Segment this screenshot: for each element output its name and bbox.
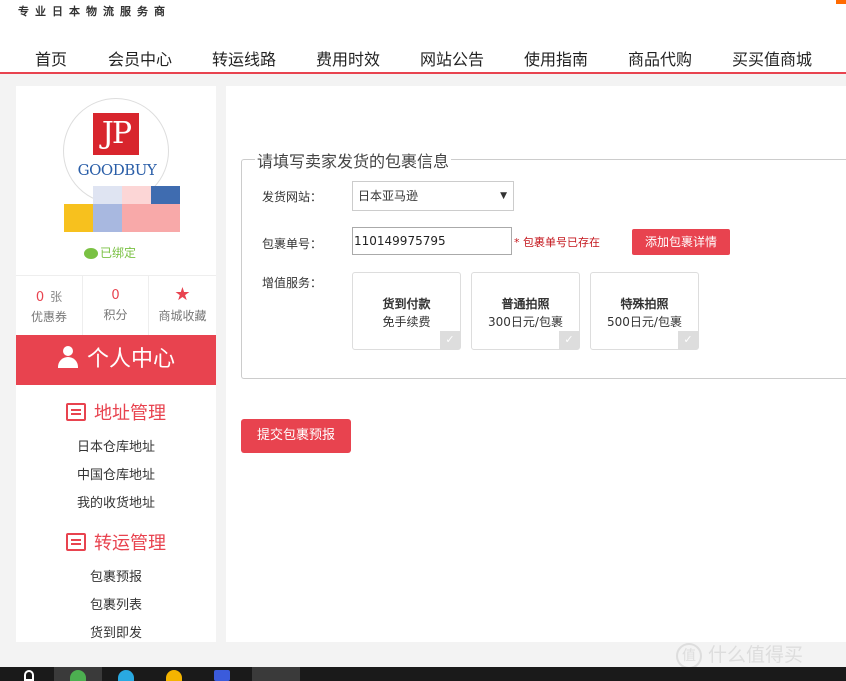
blur-tile: [64, 204, 93, 232]
watermark: 值什么值得买: [676, 640, 803, 669]
brand-name: GOODBUY: [77, 161, 157, 179]
transport-section-heading: 转运管理: [16, 529, 216, 555]
address-section-title: 地址管理: [94, 403, 166, 424]
check-icon: ✓: [678, 331, 698, 349]
jp-logo-mark: JP: [93, 113, 139, 155]
shipping-site-select[interactable]: 日本亚马逊 ▼: [352, 181, 514, 211]
nav-announcements[interactable]: 网站公告: [420, 46, 484, 70]
account-stats: 0张 优惠券 0 积分 ★ 商城收藏: [16, 275, 216, 336]
service-subtitle: 300日元/包裹: [488, 315, 563, 329]
nav-guide[interactable]: 使用指南: [524, 46, 588, 70]
nav-purchase-agent[interactable]: 商品代购: [628, 46, 692, 70]
service-cod-option[interactable]: 货到付款 免手续费 ✓: [352, 272, 461, 350]
coupons-unit: 张: [50, 290, 63, 304]
tracking-number-input[interactable]: [352, 227, 512, 255]
sidebar-item-china-warehouse[interactable]: 中国仓库地址: [16, 464, 216, 483]
coupons-count: 0: [35, 290, 45, 305]
watermark-badge: 值: [676, 643, 702, 669]
site-label: 发货网站：: [262, 190, 323, 204]
form-legend: 请填写卖家发货的包裹信息: [255, 148, 452, 172]
clipboard-icon: [66, 533, 86, 551]
coupons-label: 优惠券: [30, 310, 67, 324]
service-special-photo-option[interactable]: 特殊拍照 500日元/包裹 ✓: [590, 272, 699, 350]
app-icon[interactable]: [118, 670, 134, 681]
tracking-error-message: * 包裹单号已存在: [514, 236, 600, 249]
person-icon: [57, 346, 79, 368]
search-icon[interactable]: [24, 670, 34, 681]
favorites-stat[interactable]: ★ 商城收藏: [148, 276, 216, 336]
services-label: 增值服务：: [262, 276, 323, 290]
dropdown-caret-icon: ▼: [500, 191, 507, 201]
username-blur: [64, 186, 184, 242]
service-subtitle: 免手续费: [382, 315, 431, 329]
nav-fees[interactable]: 费用时效: [316, 46, 380, 70]
main-nav: 首页 会员中心 转运线路 费用时效 网站公告 使用指南 商品代购 买买值商城: [0, 46, 846, 70]
nav-mall[interactable]: 买买值商城: [732, 46, 812, 70]
corner-marker: [836, 0, 846, 4]
wechat-icon: [84, 248, 98, 259]
blur-tile: [122, 204, 151, 232]
site-slogan: 专业日本物流服务商: [18, 5, 171, 18]
sidebar-item-ship-on-arrival[interactable]: 货到即发: [16, 622, 216, 641]
browser-icon[interactable]: [70, 670, 86, 681]
taskbar-window[interactable]: [252, 667, 300, 681]
check-icon: ✓: [559, 331, 579, 349]
service-title: 特殊拍照: [620, 297, 669, 311]
submit-forecast-button[interactable]: 提交包裹预报: [241, 419, 351, 453]
site-select-value: 日本亚马逊: [358, 189, 419, 203]
address-section-heading: 地址管理: [16, 399, 216, 425]
sidebar: JP GOODBUY 已绑定 0张 优惠券 0 积分 ★ 商城收藏 个人中心 地…: [16, 86, 216, 642]
sidebar-item-my-address[interactable]: 我的收货地址: [16, 492, 216, 511]
wechat-bind-status: 已绑定: [84, 244, 136, 261]
blur-tile: [122, 186, 151, 204]
service-subtitle: 500日元/包裹: [607, 315, 682, 329]
transport-section-title: 转运管理: [94, 533, 166, 554]
main-panel: 请填写卖家发货的包裹信息 发货网站： 日本亚马逊 ▼ 包裹单号： * 包裹单号已…: [226, 86, 846, 642]
points-label: 积分: [103, 308, 128, 322]
site-header: 专业日本物流服务商 首页 会员中心 转运线路 费用时效 网站公告 使用指南 商品…: [0, 0, 846, 74]
service-title: 货到付款: [382, 297, 431, 311]
blur-tile: [151, 186, 180, 204]
service-title: 普通拍照: [501, 297, 550, 311]
points-count: 0: [111, 288, 120, 303]
nav-transport-routes[interactable]: 转运线路: [212, 46, 276, 70]
sidebar-item-parcel-list[interactable]: 包裹列表: [16, 594, 216, 613]
personal-center-label: 个人中心: [86, 347, 175, 372]
service-normal-photo-option[interactable]: 普通拍照 300日元/包裹 ✓: [471, 272, 580, 350]
personal-center-button[interactable]: 个人中心: [16, 335, 216, 385]
points-stat[interactable]: 0 积分: [82, 276, 148, 336]
sidebar-item-parcel-forecast[interactable]: 包裹预报: [16, 566, 216, 585]
nav-home[interactable]: 首页: [35, 46, 67, 70]
wechat-status-text: 已绑定: [100, 246, 137, 260]
blur-tile: [151, 204, 180, 232]
add-parcel-detail-button[interactable]: 添加包裹详情: [632, 229, 730, 255]
app-icon[interactable]: [166, 670, 182, 681]
sidebar-item-japan-warehouse[interactable]: 日本仓库地址: [16, 436, 216, 455]
nav-member-center[interactable]: 会员中心: [108, 46, 172, 70]
watermark-text: 什么值得买: [708, 644, 804, 666]
check-icon: ✓: [440, 331, 460, 349]
blur-tile: [93, 186, 122, 204]
os-taskbar: [0, 667, 846, 681]
blur-tile: [93, 204, 122, 232]
coupons-stat[interactable]: 0张 优惠券: [16, 276, 82, 336]
favorites-label: 商城收藏: [158, 309, 207, 323]
app-icon[interactable]: [214, 670, 230, 681]
tracking-label: 包裹单号：: [262, 237, 323, 251]
box-icon: [66, 403, 86, 421]
star-icon: ★: [174, 284, 191, 305]
